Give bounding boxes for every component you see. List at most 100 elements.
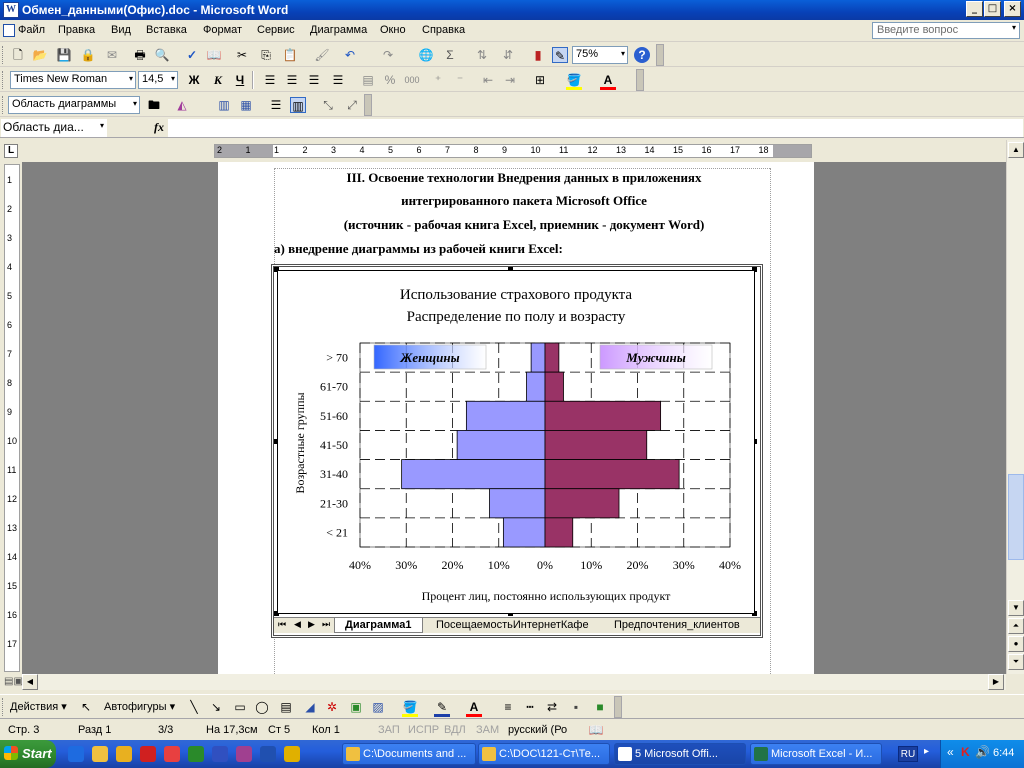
view-buttons[interactable]: ▤▣ — [4, 676, 23, 690]
line-style-icon[interactable]: ≡ — [500, 699, 516, 715]
task-doc-folder[interactable]: C:\DOC\121-Ст\Те... — [478, 743, 610, 765]
picture-icon[interactable]: ▨ — [370, 699, 386, 715]
chevron-down-icon[interactable]: ▾ — [100, 121, 104, 130]
font-color-icon[interactable]: A — [600, 72, 616, 88]
drawing-toggle-icon[interactable]: ✎ — [552, 47, 568, 63]
print-preview-icon[interactable]: 🔍 — [154, 47, 170, 63]
word-app-icon[interactable]: W — [3, 2, 19, 18]
wordart-icon[interactable]: ◢ — [302, 699, 318, 715]
chart-area[interactable]: Использование страхового продукта Распре… — [277, 270, 755, 614]
horizontal-ruler[interactable]: 2 1 1 2 3 4 5 6 7 8 9 10 11 12 13 14 15 16 17 18 — [214, 144, 812, 158]
fill-color-icon[interactable]: 🪣 — [566, 72, 582, 88]
decrease-decimal-icon[interactable]: ⁻ — [452, 72, 468, 88]
angle-clockwise-icon[interactable]: ⤡ — [320, 97, 336, 113]
arrow-icon[interactable]: ↘ — [208, 699, 224, 715]
insert-function-icon[interactable]: fx — [154, 120, 164, 135]
align-center-icon[interactable]: ☰ — [284, 72, 300, 88]
increase-indent-icon[interactable]: ⇥ — [502, 72, 518, 88]
prev-sheet-button[interactable]: ◀ — [294, 619, 301, 630]
select-objects-icon[interactable]: ↖ — [78, 699, 94, 715]
autoshapes-menu[interactable]: Автофигуры ▾ — [104, 700, 175, 713]
by-column-icon[interactable]: ▥ — [290, 97, 306, 113]
maximize-button[interactable]: □ — [984, 1, 1001, 17]
rectangle-icon[interactable]: ▭ — [232, 699, 248, 715]
toolbar-options-icon[interactable] — [614, 696, 622, 718]
last-sheet-button[interactable]: ⏭ — [322, 619, 330, 630]
task-documents-folder[interactable]: C:\Documents and ... — [342, 743, 476, 765]
justify-icon[interactable]: ☰ — [330, 72, 346, 88]
legend-icon[interactable]: ▥ — [216, 97, 232, 113]
borders-icon[interactable]: ⊞ — [532, 72, 548, 88]
document-page[interactable]: III. Освоение технологии Внедрения данны… — [218, 162, 814, 674]
quick-launch-icon[interactable] — [284, 746, 300, 762]
paste-icon[interactable]: 📋 — [282, 47, 298, 63]
zoom-select[interactable]: 75% ▾ — [572, 46, 628, 64]
first-sheet-button[interactable]: ⏮ — [278, 619, 286, 630]
email-icon[interactable]: ✉ — [104, 47, 120, 63]
redo-icon[interactable]: ↷ — [380, 47, 396, 63]
menu-view[interactable]: Вид — [111, 24, 131, 36]
bold-button[interactable]: Ж — [186, 72, 202, 88]
align-left-icon[interactable]: ☰ — [262, 72, 278, 88]
angle-counterclockwise-icon[interactable]: ⤢ — [344, 97, 360, 113]
merge-cells-icon[interactable]: ▤ — [360, 72, 376, 88]
chart-wizard-icon[interactable]: ▮ — [530, 47, 546, 63]
status-extend[interactable]: ВДЛ — [444, 724, 466, 736]
name-box[interactable]: Область диа... ▾ — [1, 119, 107, 137]
antivirus-icon[interactable]: K — [961, 745, 970, 759]
quick-launch-icon[interactable] — [116, 746, 132, 762]
line-icon[interactable]: ╲ — [186, 699, 202, 715]
undo-icon[interactable]: ↶ — [342, 47, 358, 63]
spelling-status-icon[interactable]: 📖 — [588, 722, 604, 738]
data-table-icon[interactable]: ▦ — [238, 97, 254, 113]
toolbar-options-icon[interactable] — [636, 69, 644, 91]
quick-launch-icon[interactable] — [92, 746, 108, 762]
format-painter-icon[interactable]: 🖌 — [314, 47, 330, 63]
arrow-style-icon[interactable]: ⇄ — [544, 699, 560, 715]
autosum-icon[interactable]: Σ — [442, 47, 458, 63]
help-icon[interactable]: ? — [634, 47, 650, 63]
menu-tools[interactable]: Сервис — [257, 24, 295, 36]
toolbar-grip[interactable] — [2, 46, 5, 64]
line-color-icon[interactable]: ✎ — [434, 699, 450, 715]
chevron-down-icon[interactable]: ▾ — [1012, 23, 1016, 32]
chevron-down-icon[interactable]: ▾ — [133, 99, 137, 108]
start-button[interactable]: Start — [0, 740, 56, 768]
toolbar-options-icon[interactable] — [364, 94, 372, 116]
font-color-icon[interactable]: A — [466, 699, 482, 715]
sheet-tab-preferences[interactable]: Предпочтения_клиентов — [604, 618, 750, 633]
shadow-icon[interactable]: ▪ — [568, 699, 584, 715]
document-icon[interactable] — [3, 24, 15, 37]
dash-style-icon[interactable]: ┅ — [522, 699, 538, 715]
prev-page-button[interactable]: ⏶ — [1008, 618, 1024, 634]
sort-desc-icon[interactable]: ⇵ — [500, 47, 516, 63]
scroll-left-button[interactable]: ◀ — [22, 674, 38, 690]
text-box-icon[interactable]: ▤ — [278, 699, 294, 715]
toolbar-options-icon[interactable] — [656, 44, 664, 66]
font-select[interactable]: Times New Roman ▾ — [10, 71, 136, 89]
menu-edit[interactable]: Правка — [58, 24, 95, 36]
vertical-ruler[interactable]: 1 2 3 4 5 6 7 8 9 10 11 12 13 14 15 16 17 — [4, 164, 20, 672]
font-size-select[interactable]: 14,5 ▾ — [138, 71, 178, 89]
formula-input[interactable] — [168, 119, 1023, 137]
volume-icon[interactable]: 🔊 — [975, 745, 990, 759]
sort-icon[interactable]: ⇅ — [474, 47, 490, 63]
language-indicator[interactable]: RU — [898, 746, 918, 762]
scroll-down-button[interactable]: ▼ — [1008, 600, 1024, 616]
close-button[interactable]: × — [1004, 1, 1021, 17]
menu-insert[interactable]: Вставка — [146, 24, 187, 36]
open-folder-icon[interactable]: 📂 — [32, 47, 48, 63]
diagram-icon[interactable]: ✲ — [324, 699, 340, 715]
quick-launch-icon[interactable] — [212, 746, 228, 762]
scroll-right-button[interactable]: ▶ — [988, 674, 1004, 690]
3d-style-icon[interactable]: ■ — [592, 699, 608, 715]
show-hidden-icons[interactable]: « — [947, 745, 954, 759]
embedded-chart-object[interactable]: Использование страхового продукта Распре… — [271, 264, 763, 638]
by-row-icon[interactable]: ☰ — [268, 97, 284, 113]
scroll-up-button[interactable]: ▲ — [1008, 142, 1024, 158]
horizontal-scrollbar[interactable]: ◀ ▶ — [22, 674, 1006, 690]
status-track-changes[interactable]: ИСПР — [408, 724, 439, 736]
spelling-icon[interactable]: ✓ — [184, 47, 200, 63]
fill-color-icon[interactable]: 🪣 — [402, 699, 418, 715]
task-word[interactable]: 5 Microsoft Offi... — [614, 743, 746, 765]
